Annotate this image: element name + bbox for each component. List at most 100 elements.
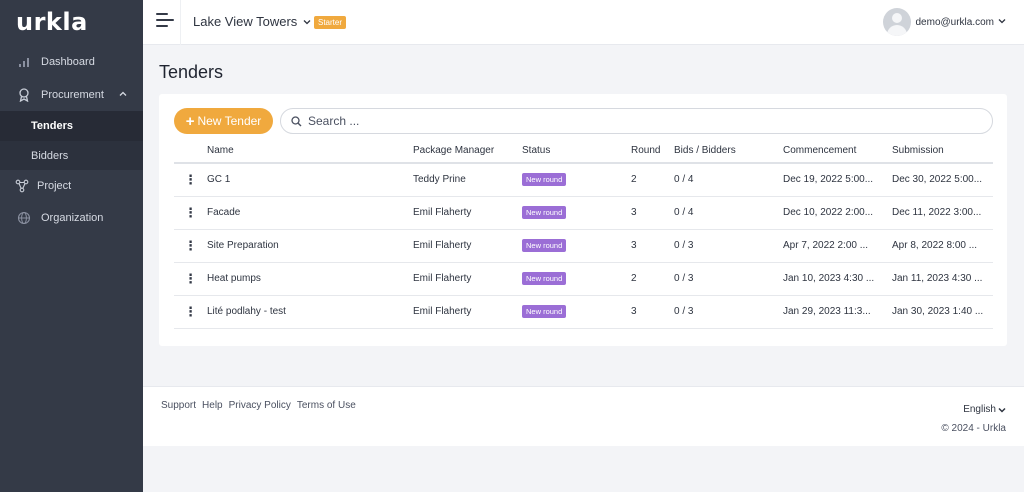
sidebar-item-label: Procurement bbox=[41, 89, 104, 101]
row-actions-icon[interactable]: ⋮ bbox=[174, 262, 207, 296]
sidebar: urkla Dashboard Procurement Tenders Bidd… bbox=[0, 0, 143, 492]
bar-chart-icon bbox=[17, 55, 31, 69]
package-manager: Emil Flaherty bbox=[413, 262, 522, 296]
column-header-status[interactable]: Status bbox=[522, 139, 631, 164]
menu-toggle-icon[interactable] bbox=[156, 13, 176, 31]
column-header-bids-bidders[interactable]: Bids / Bidders bbox=[674, 139, 783, 164]
topbar: Lake View Towers Starter demo@urkla.com bbox=[143, 0, 1024, 45]
tenders-card: + New Tender Name Package Manager Status… bbox=[159, 94, 1007, 346]
package-manager: Emil Flaherty bbox=[413, 196, 522, 230]
tenders-table: Name Package Manager Status Round Bids /… bbox=[174, 139, 993, 329]
new-tender-label: New Tender bbox=[197, 114, 262, 128]
sidebar-item-dashboard[interactable]: Dashboard bbox=[0, 46, 143, 78]
tender-name[interactable]: Heat pumps bbox=[207, 262, 413, 296]
project-selector[interactable]: Lake View Towers bbox=[193, 14, 311, 29]
status-cell: New round bbox=[522, 262, 631, 296]
submission: Jan 30, 2023 1:40 ... bbox=[892, 295, 993, 329]
page-title: Tenders bbox=[159, 62, 224, 82]
language-selector[interactable]: English bbox=[963, 404, 1006, 415]
row-actions-icon[interactable]: ⋮ bbox=[174, 295, 207, 329]
sidebar-item-procurement[interactable]: Procurement bbox=[0, 79, 143, 111]
sidebar-item-label: Bidders bbox=[31, 149, 69, 162]
package-manager: Emil Flaherty bbox=[413, 295, 522, 329]
sidebar-item-label: Tenders bbox=[31, 120, 73, 132]
bids-bidders: 0 / 3 bbox=[674, 229, 783, 263]
actions-header bbox=[174, 139, 207, 164]
bids-bidders: 0 / 3 bbox=[674, 295, 783, 329]
row-actions-icon[interactable]: ⋮ bbox=[174, 196, 207, 230]
chevron-down-icon bbox=[303, 14, 311, 29]
column-header-submission[interactable]: Submission bbox=[892, 139, 993, 164]
footer: Support Help Privacy Policy Terms of Use… bbox=[143, 386, 1024, 446]
plus-icon: + bbox=[185, 112, 195, 130]
sidebar-item-tenders[interactable]: Tenders bbox=[0, 111, 143, 141]
footer-link-help[interactable]: Help bbox=[202, 400, 223, 411]
status-cell: New round bbox=[522, 196, 631, 230]
avatar bbox=[883, 8, 912, 36]
column-header-round[interactable]: Round bbox=[631, 139, 674, 164]
status-badge: New round bbox=[522, 239, 567, 252]
submission: Dec 30, 2022 5:00... bbox=[892, 163, 993, 197]
commencement: Dec 10, 2022 2:00... bbox=[783, 196, 892, 230]
commencement: Jan 29, 2023 11:3... bbox=[783, 295, 892, 329]
status-badge: New round bbox=[522, 305, 567, 318]
round: 3 bbox=[631, 196, 674, 230]
new-tender-button[interactable]: + New Tender bbox=[174, 108, 273, 134]
project-name: Lake View Towers bbox=[193, 14, 298, 29]
bids-bidders: 0 / 4 bbox=[674, 196, 783, 230]
sidebar-item-organization[interactable]: Organization bbox=[0, 202, 143, 234]
submission: Dec 11, 2022 3:00... bbox=[892, 196, 993, 230]
sidebar-item-project[interactable]: Project bbox=[0, 170, 143, 202]
search-input[interactable] bbox=[308, 114, 958, 128]
column-header-name[interactable]: Name bbox=[207, 139, 413, 164]
divider bbox=[180, 0, 181, 45]
network-icon bbox=[15, 179, 29, 193]
tender-name[interactable]: Facade bbox=[207, 196, 413, 230]
tender-name[interactable]: GC 1 bbox=[207, 163, 413, 197]
submission: Apr 8, 2022 8:00 ... bbox=[892, 229, 993, 263]
table-row[interactable]: ⋮ GC 1 Teddy Prine New round 2 0 / 4 Dec… bbox=[174, 163, 993, 197]
urkla-logo[interactable]: urkla bbox=[16, 8, 88, 38]
commencement: Dec 19, 2022 5:00... bbox=[783, 163, 892, 197]
sidebar-item-label: Project bbox=[37, 180, 72, 192]
status-cell: New round bbox=[522, 229, 631, 263]
search-box[interactable] bbox=[280, 108, 993, 134]
round: 2 bbox=[631, 163, 674, 197]
footer-link-terms-of-use[interactable]: Terms of Use bbox=[297, 400, 356, 411]
row-actions-icon[interactable]: ⋮ bbox=[174, 229, 207, 263]
package-manager: Teddy Prine bbox=[413, 163, 522, 197]
table-row[interactable]: ⋮ Site Preparation Emil Flaherty New rou… bbox=[174, 229, 993, 263]
commencement: Apr 7, 2022 2:00 ... bbox=[783, 229, 892, 263]
footer-link-support[interactable]: Support bbox=[161, 400, 196, 411]
commencement: Jan 10, 2023 4:30 ... bbox=[783, 262, 892, 296]
table-row[interactable]: ⋮ Facade Emil Flaherty New round 3 0 / 4… bbox=[174, 196, 993, 230]
footer-link-privacy-policy[interactable]: Privacy Policy bbox=[229, 400, 291, 411]
row-actions-icon[interactable]: ⋮ bbox=[174, 163, 207, 197]
round: 2 bbox=[631, 262, 674, 296]
sidebar-item-label: Dashboard bbox=[41, 56, 95, 68]
user-email: demo@urkla.com bbox=[915, 16, 994, 28]
sidebar-item-label: Organization bbox=[41, 212, 104, 224]
column-header-package-manager[interactable]: Package Manager bbox=[413, 139, 522, 164]
status-badge: New round bbox=[522, 206, 567, 219]
tender-name[interactable]: Site Preparation bbox=[207, 229, 413, 263]
user-menu[interactable]: demo@urkla.com bbox=[883, 8, 1006, 36]
status-cell: New round bbox=[522, 163, 631, 197]
search-icon bbox=[291, 115, 302, 127]
status-badge: New round bbox=[522, 272, 567, 285]
table-row[interactable]: ⋮ Lité podlahy - test Emil Flaherty New … bbox=[174, 295, 993, 329]
bids-bidders: 0 / 4 bbox=[674, 163, 783, 197]
logo-text: urkla bbox=[16, 8, 88, 36]
table-row[interactable]: ⋮ Heat pumps Emil Flaherty New round 2 0… bbox=[174, 262, 993, 296]
sidebar-item-bidders[interactable]: Bidders bbox=[0, 141, 143, 170]
chevron-down-icon bbox=[998, 406, 1006, 414]
round: 3 bbox=[631, 229, 674, 263]
submission: Jan 11, 2023 4:30 ... bbox=[892, 262, 993, 296]
bids-bidders: 0 / 3 bbox=[674, 262, 783, 296]
copyright: © 2024 - Urkla bbox=[941, 423, 1006, 434]
status-badge: New round bbox=[522, 173, 567, 187]
table-header-row: Name Package Manager Status Round Bids /… bbox=[174, 139, 993, 164]
column-header-commencement[interactable]: Commencement bbox=[783, 139, 892, 164]
footer-links: Support Help Privacy Policy Terms of Use bbox=[161, 400, 356, 411]
tender-name[interactable]: Lité podlahy - test bbox=[207, 295, 413, 329]
